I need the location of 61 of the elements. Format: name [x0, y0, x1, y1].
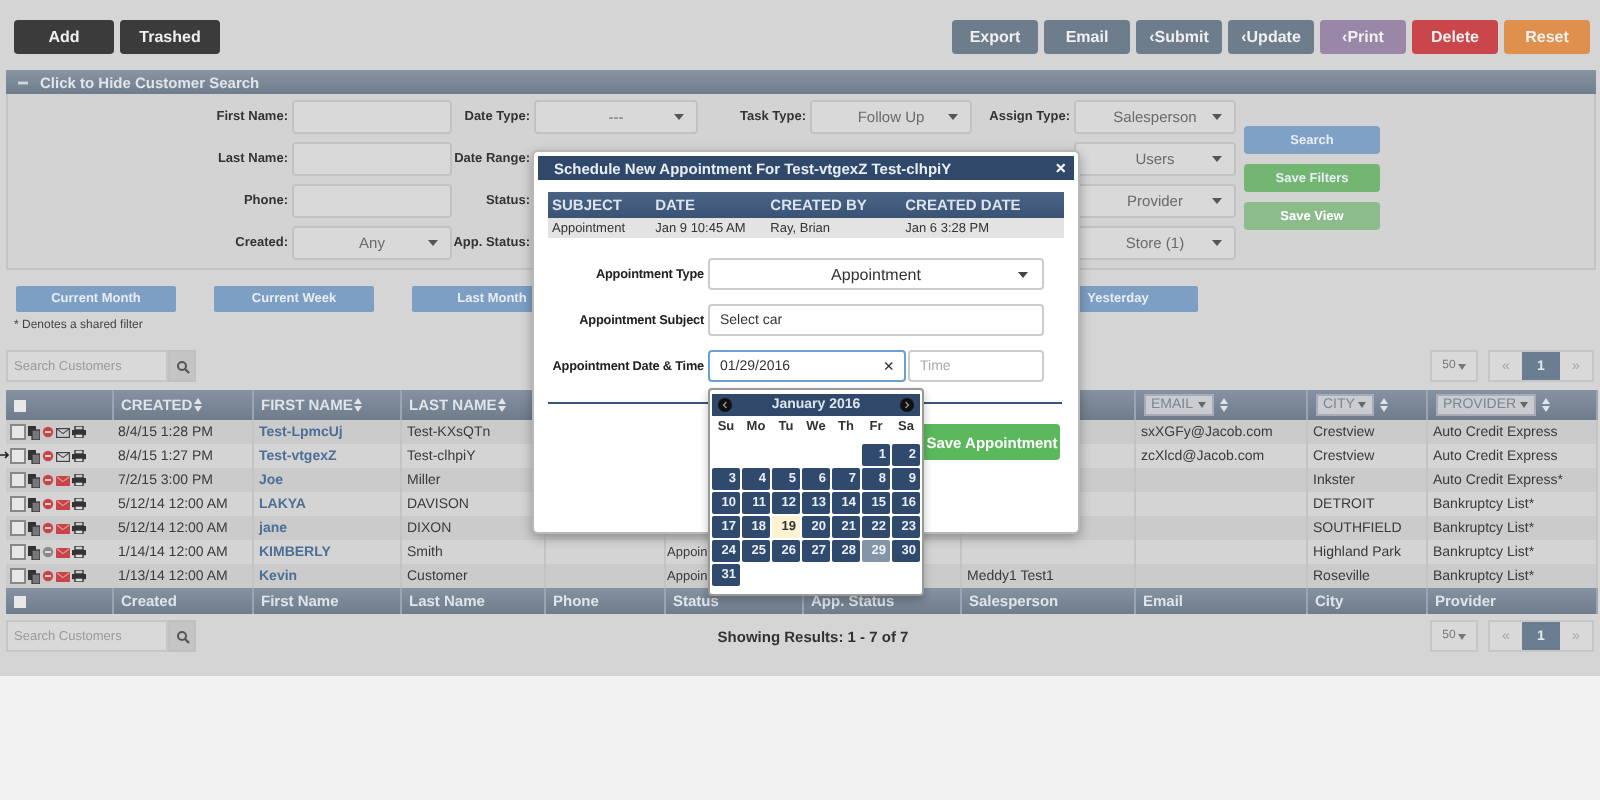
- search-icon: [175, 629, 189, 643]
- caret-icon: [674, 114, 684, 120]
- toolbar-button[interactable]: ‹Print: [1320, 20, 1406, 54]
- select-all-checkbox[interactable]: [14, 400, 26, 413]
- copy-icon[interactable]: [28, 425, 40, 439]
- copy-icon[interactable]: [28, 497, 40, 511]
- toolbar-button[interactable]: Trashed: [120, 20, 220, 54]
- close-button[interactable]: ×: [1055, 159, 1066, 177]
- caret-icon: [1197, 402, 1206, 408]
- caret-icon: [1212, 198, 1222, 204]
- copy-icon[interactable]: [28, 545, 40, 559]
- caret-icon: [1520, 402, 1529, 408]
- toolbar-button[interactable]: Email: [1044, 20, 1130, 54]
- envelope-icon[interactable]: [56, 451, 70, 461]
- search-icon: [175, 359, 189, 373]
- toolbar-button[interactable]: Reset: [1504, 20, 1590, 54]
- caret-icon: [1358, 402, 1367, 408]
- toolbar-button[interactable]: Delete: [1412, 20, 1498, 54]
- caret-icon: [428, 240, 438, 246]
- caret-icon: [1212, 240, 1222, 246]
- sort-icon: [1380, 398, 1389, 412]
- sort-icon: [194, 398, 203, 412]
- printer-icon[interactable]: [72, 570, 86, 582]
- sort-icon: [1219, 398, 1228, 412]
- printer-icon[interactable]: [72, 546, 86, 558]
- copy-icon[interactable]: [28, 569, 40, 583]
- next-icon[interactable]: [900, 398, 914, 412]
- printer-icon[interactable]: [72, 474, 86, 486]
- toolbar-button[interactable]: ‹Submit: [1136, 20, 1222, 54]
- sort-icon: [498, 398, 507, 412]
- type-dropdown[interactable]: Appointment: [708, 258, 1044, 290]
- copy-icon[interactable]: [28, 521, 40, 535]
- copy-icon[interactable]: [28, 473, 40, 487]
- row-checkbox[interactable]: [10, 448, 26, 464]
- printer-icon[interactable]: [72, 498, 86, 510]
- toolbar-button[interactable]: ‹Update: [1228, 20, 1314, 54]
- previous-icon[interactable]: [718, 398, 732, 412]
- select-all-checkbox[interactable]: [14, 596, 26, 609]
- envelope-icon[interactable]: [56, 427, 70, 437]
- caret-icon: [1212, 114, 1222, 120]
- printer-icon[interactable]: [72, 522, 86, 534]
- row-checkbox[interactable]: [10, 472, 26, 488]
- search-button[interactable]: [168, 350, 196, 382]
- printer-icon[interactable]: [72, 426, 86, 438]
- row-checkbox[interactable]: [10, 544, 26, 560]
- caret-icon: [1457, 633, 1466, 639]
- caret-icon: [1457, 363, 1466, 369]
- caret-icon: [948, 114, 958, 120]
- row-checkbox[interactable]: [10, 520, 26, 536]
- clear-icon[interactable]: ×: [883, 356, 894, 376]
- row-checkbox[interactable]: [10, 496, 26, 512]
- copy-icon[interactable]: [28, 449, 40, 463]
- search-button[interactable]: [168, 620, 196, 652]
- toolbar-button[interactable]: Add: [14, 20, 114, 54]
- caret-icon: [1212, 156, 1222, 162]
- printer-icon[interactable]: [72, 450, 86, 462]
- sort-icon: [354, 398, 363, 412]
- row-checkbox[interactable]: [10, 568, 26, 584]
- sort-icon: [1542, 398, 1551, 412]
- toolbar-button[interactable]: Export: [952, 20, 1038, 54]
- row-checkbox[interactable]: [10, 424, 26, 440]
